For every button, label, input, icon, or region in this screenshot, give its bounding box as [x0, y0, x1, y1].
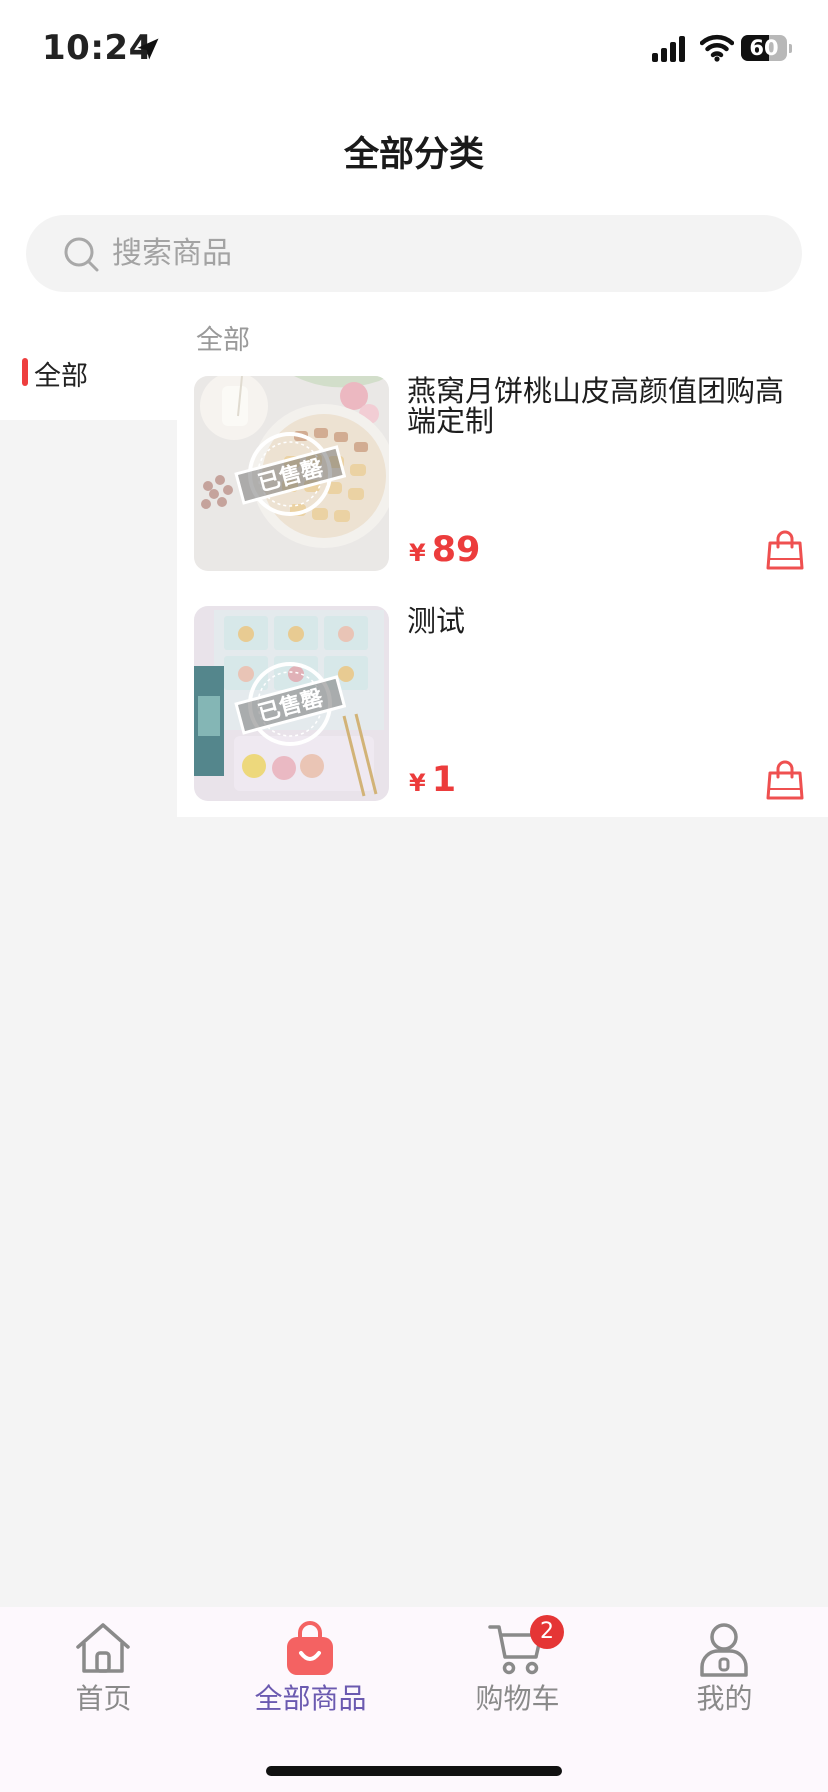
tab-bar: 首页 全部商品 购物车 2 我的 — [0, 1607, 828, 1792]
status-bar: 10:24 60 — [0, 0, 828, 96]
search-box[interactable] — [26, 215, 802, 292]
page-title: 全部分类 — [343, 135, 484, 175]
sold-out-stamp-icon: 已售罄 — [234, 662, 346, 746]
product-name[interactable]: 燕窝月饼桃山皮高颜值团购高端定制 — [407, 376, 807, 436]
tab-cart[interactable]: 购物车 — [414, 1607, 621, 1727]
search-icon — [64, 237, 99, 272]
price-value: 89 — [431, 530, 481, 570]
home-icon — [76, 1623, 130, 1673]
product-card[interactable]: 已售罄 测试 ¥1 — [177, 606, 828, 802]
section-title: 全部 — [196, 325, 250, 356]
wifi-icon — [700, 34, 734, 62]
nav-header: 全部分类 — [0, 96, 828, 206]
active-indicator — [22, 358, 28, 386]
product-image[interactable]: 已售罄 — [194, 606, 389, 801]
tab-profile[interactable]: 我的 — [621, 1607, 828, 1727]
shopping-bag-icon — [287, 1621, 333, 1675]
tab-all-products[interactable]: 全部商品 — [207, 1607, 414, 1727]
product-price: ¥1 — [409, 760, 456, 800]
currency-symbol: ¥ — [409, 769, 426, 797]
add-to-cart-bag-icon[interactable] — [764, 529, 806, 571]
battery-level: 60 — [749, 36, 779, 60]
search-area — [0, 206, 828, 306]
price-value: 1 — [431, 760, 457, 800]
cart-count-badge: 2 — [530, 1615, 564, 1649]
product-list: 全部 已售罄 燕窝月饼桃山皮高颜值团购高端定制 ¥ 89 已售罄 测试 ¥ 1 — [177, 306, 828, 817]
tab-label: 购物车 — [475, 1682, 560, 1715]
product-name[interactable]: 测试 — [407, 606, 807, 636]
product-image[interactable]: 已售罄 — [194, 376, 389, 571]
tab-label: 我的 — [696, 1682, 753, 1715]
cellular-signal-icon — [652, 36, 685, 62]
home-indicator — [266, 1766, 562, 1776]
battery-icon: 60 — [741, 35, 792, 61]
location-arrow-icon — [137, 38, 159, 60]
product-price: ¥89 — [409, 530, 480, 570]
profile-icon — [700, 1623, 748, 1677]
tab-label: 首页 — [75, 1682, 132, 1715]
add-to-cart-bag-icon[interactable] — [764, 759, 806, 801]
product-card[interactable]: 已售罄 燕窝月饼桃山皮高颜值团购高端定制 ¥89 — [177, 376, 828, 572]
tab-home[interactable]: 首页 — [0, 1607, 207, 1727]
sold-out-stamp-icon: 已售罄 — [234, 432, 346, 516]
category-sidebar: 全部 — [0, 306, 177, 420]
tab-label: 全部商品 — [254, 1682, 367, 1715]
sidebar-item-all[interactable]: 全部 — [0, 348, 177, 398]
currency-symbol: ¥ — [409, 539, 426, 567]
sidebar-item-label: 全部 — [34, 361, 88, 392]
search-input[interactable] — [112, 215, 772, 292]
